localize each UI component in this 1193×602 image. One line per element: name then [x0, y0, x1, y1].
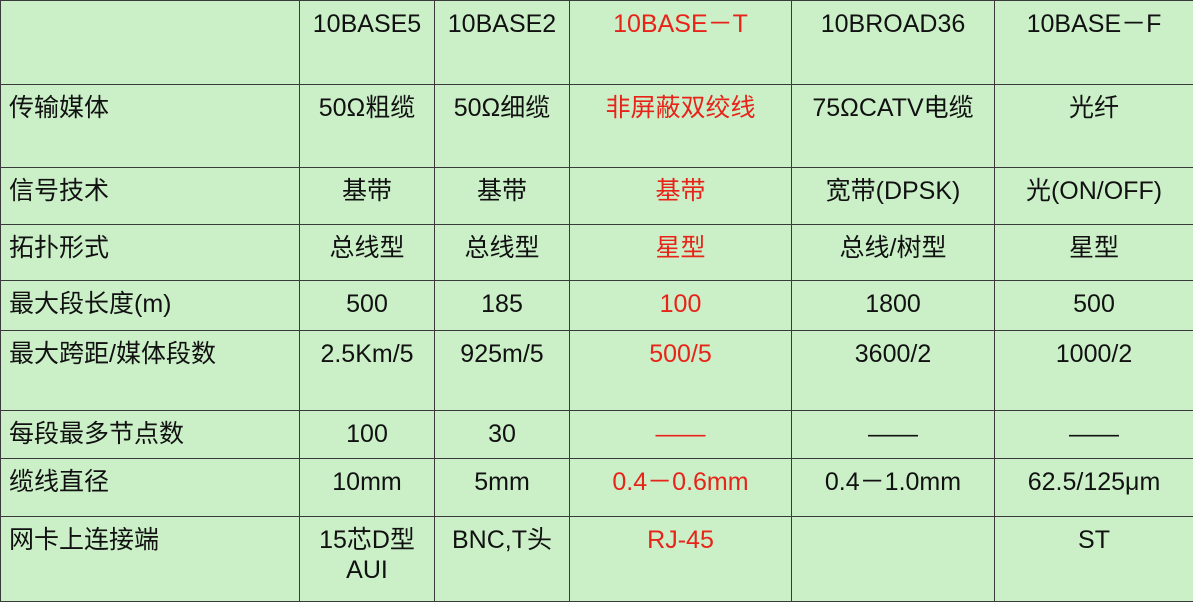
table-cell: 总线/树型 — [792, 225, 995, 281]
table-cell: 30 — [435, 411, 570, 459]
table-cell-highlight: 100 — [570, 281, 792, 331]
row-label: 最大段长度(m) — [1, 281, 300, 331]
table-cell: —— — [792, 411, 995, 459]
table-row: 信号技术 基带 基带 基带 宽带(DPSK) 光(ON/OFF) — [1, 168, 1193, 225]
table-row: 最大段长度(m) 500 185 100 1800 500 — [1, 281, 1193, 331]
table-row: 拓扑形式 总线型 总线型 星型 总线/树型 星型 — [1, 225, 1193, 281]
table-cell: 1800 — [792, 281, 995, 331]
table-cell: ST — [995, 517, 1193, 602]
table-cell: 基带 — [300, 168, 435, 225]
table-cell-highlight: 基带 — [570, 168, 792, 225]
ethernet-standards-table: 10BASE5 10BASE2 10BASE－T 10BROAD36 10BAS… — [0, 0, 1193, 602]
table-cell-highlight: RJ-45 — [570, 517, 792, 602]
row-label: 信号技术 — [1, 168, 300, 225]
table-cell-highlight: 500/5 — [570, 331, 792, 411]
table-row: 最大跨距/媒体段数 2.5Km/5 925m/5 500/5 3600/2 10… — [1, 331, 1193, 411]
table-cell: 75ΩCATV电缆 — [792, 85, 995, 168]
row-label: 传输媒体 — [1, 85, 300, 168]
table-cell: 总线型 — [435, 225, 570, 281]
table-cell: 100 — [300, 411, 435, 459]
header-10base-f: 10BASE－F — [995, 1, 1193, 85]
table-cell: 0.4－1.0mm — [792, 459, 995, 517]
row-label: 每段最多节点数 — [1, 411, 300, 459]
row-label: 网卡上连接端 — [1, 517, 300, 602]
table-row: 每段最多节点数 100 30 —— —— —— — [1, 411, 1193, 459]
table-cell: 10mm — [300, 459, 435, 517]
table-row: 传输媒体 50Ω粗缆 50Ω细缆 非屏蔽双绞线 75ΩCATV电缆 光纤 — [1, 85, 1193, 168]
table-cell: —— — [995, 411, 1193, 459]
header-10base5: 10BASE5 — [300, 1, 435, 85]
table-cell: 500 — [300, 281, 435, 331]
table-cell-highlight: 星型 — [570, 225, 792, 281]
table-cell: 基带 — [435, 168, 570, 225]
row-label: 缆线直径 — [1, 459, 300, 517]
table-cell: 15芯D型AUI — [300, 517, 435, 602]
table-row: 网卡上连接端 15芯D型AUI BNC,T头 RJ-45 ST — [1, 517, 1193, 602]
table-cell-highlight: —— — [570, 411, 792, 459]
table-cell — [792, 517, 995, 602]
table-cell: BNC,T头 — [435, 517, 570, 602]
table-cell: 星型 — [995, 225, 1193, 281]
row-label: 拓扑形式 — [1, 225, 300, 281]
header-row: 10BASE5 10BASE2 10BASE－T 10BROAD36 10BAS… — [1, 1, 1193, 85]
table-cell: 62.5/125μm — [995, 459, 1193, 517]
table-row: 缆线直径 10mm 5mm 0.4－0.6mm 0.4－1.0mm 62.5/1… — [1, 459, 1193, 517]
table-cell: 500 — [995, 281, 1193, 331]
table-cell: 宽带(DPSK) — [792, 168, 995, 225]
table-cell: 5mm — [435, 459, 570, 517]
table-cell: 50Ω粗缆 — [300, 85, 435, 168]
corner-cell — [1, 1, 300, 85]
table-cell: 2.5Km/5 — [300, 331, 435, 411]
table-cell: 1000/2 — [995, 331, 1193, 411]
table-cell: 3600/2 — [792, 331, 995, 411]
table-cell-highlight: 非屏蔽双绞线 — [570, 85, 792, 168]
table-cell: 光纤 — [995, 85, 1193, 168]
table-cell-highlight: 0.4－0.6mm — [570, 459, 792, 517]
table-cell: 总线型 — [300, 225, 435, 281]
table-cell: 光(ON/OFF) — [995, 168, 1193, 225]
table-cell: 185 — [435, 281, 570, 331]
header-10base-t: 10BASE－T — [570, 1, 792, 85]
row-label: 最大跨距/媒体段数 — [1, 331, 300, 411]
header-10broad36: 10BROAD36 — [792, 1, 995, 85]
table-cell: 925m/5 — [435, 331, 570, 411]
header-10base2: 10BASE2 — [435, 1, 570, 85]
table-cell: 50Ω细缆 — [435, 85, 570, 168]
